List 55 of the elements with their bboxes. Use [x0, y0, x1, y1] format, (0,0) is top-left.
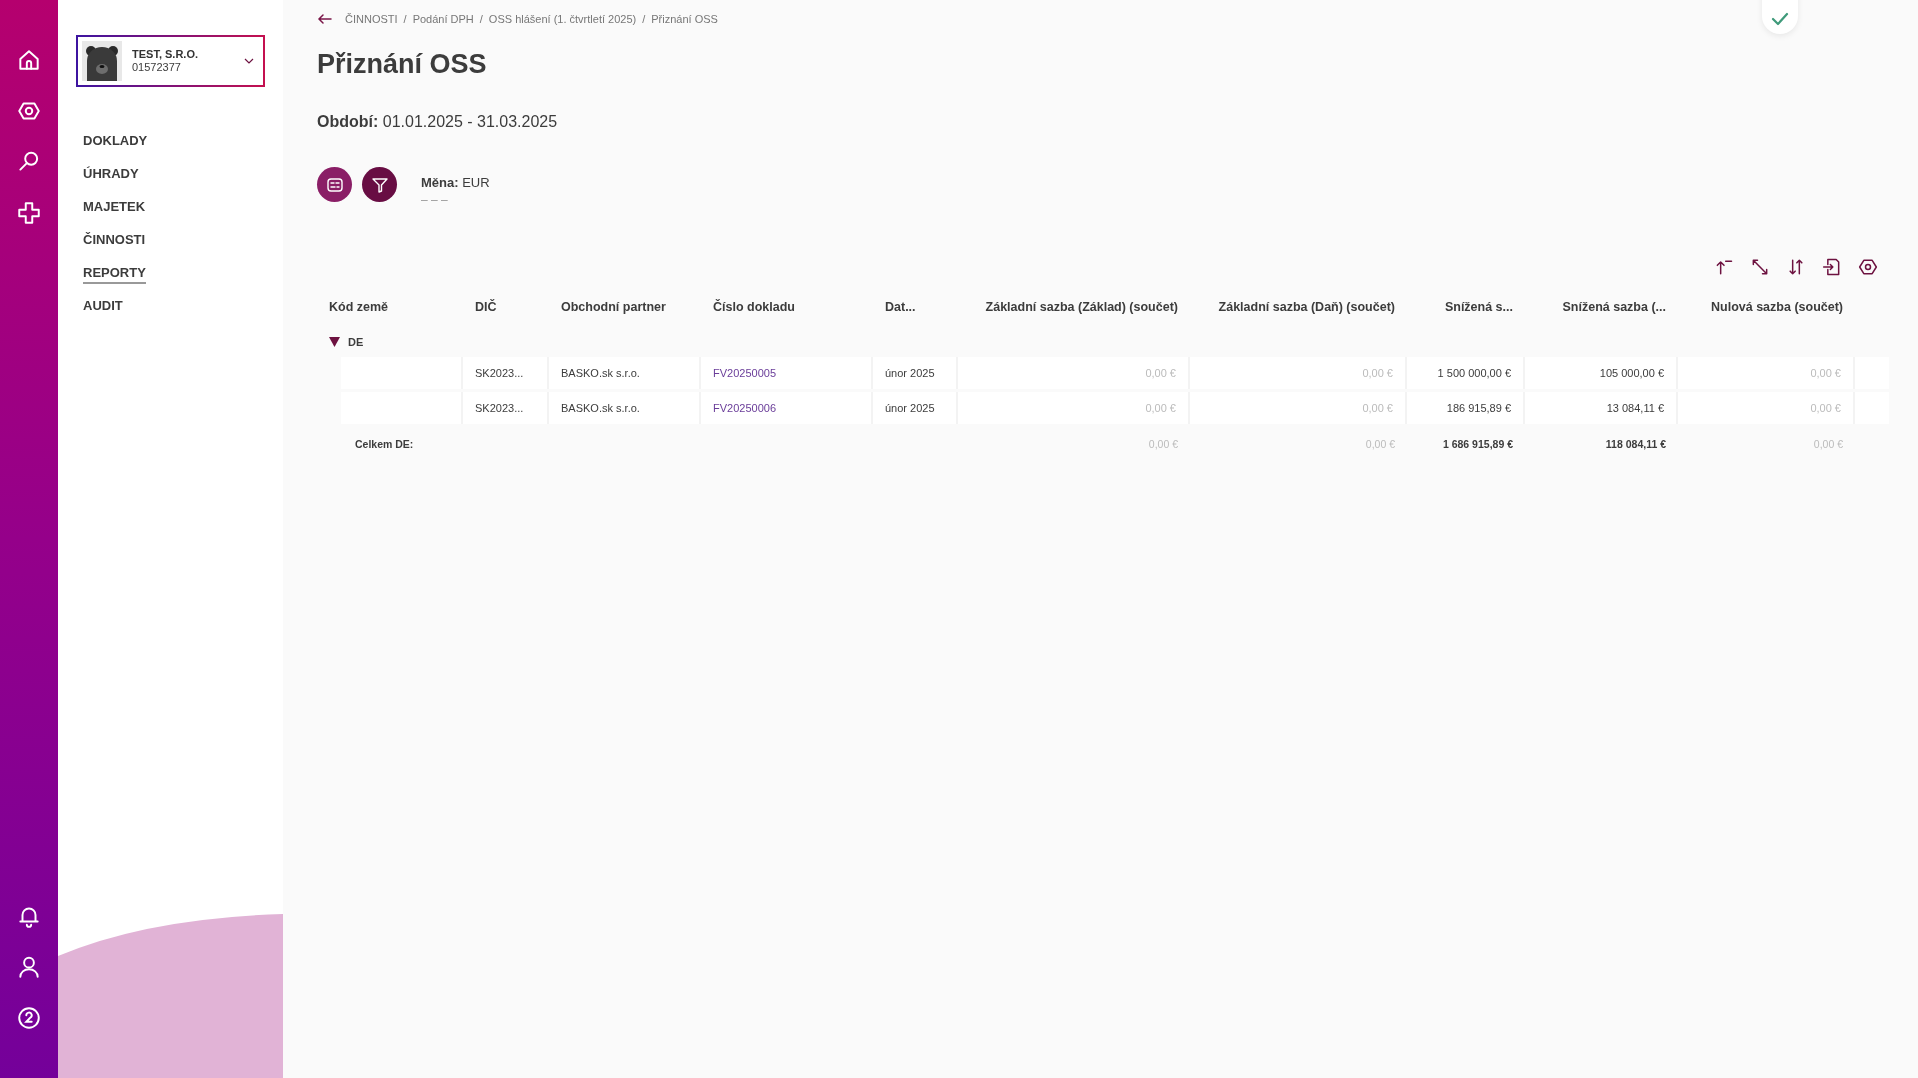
amount-cell: 105 000,00 € [1525, 357, 1678, 389]
table-cell: BASKO.sk s.r.o. [549, 392, 701, 424]
document-link[interactable]: FV20250005 [713, 367, 776, 379]
breadcrumb-separator: / [403, 13, 407, 25]
total-amount: 0,00 € [1147, 437, 1179, 452]
breadcrumb-link[interactable]: ČINNOSTI [345, 13, 398, 25]
column-header[interactable]: DIČ [463, 287, 549, 327]
amount-cell: 0,00 € [1678, 357, 1855, 389]
amount-cell: 0,00 € [1678, 392, 1855, 424]
total-label: Celkem DE: [354, 437, 415, 452]
breadcrumb-link[interactable]: Přiznání OSS [651, 13, 718, 25]
nav-item[interactable]: MAJETEK [83, 197, 146, 218]
nav-item[interactable]: AUDIT [83, 296, 123, 317]
amount-cell: 0,00 € [958, 392, 1190, 424]
nav-item[interactable]: REPORTY [83, 263, 146, 284]
company-selector[interactable]: TEST, S.R.O. 01572377 [76, 35, 265, 87]
period-text: Období: 01.01.2025 - 31.03.2025 [317, 112, 559, 132]
amount-cell: 1 500 000,00 € [1407, 357, 1525, 389]
nav-item[interactable]: DOKLADY [83, 131, 148, 152]
column-header[interactable]: Základní sazba (Základ) (součet) [958, 287, 1190, 327]
table-cell: únor 2025 [873, 357, 958, 389]
column-header[interactable]: Základní sazba (Daň) (součet) [1190, 287, 1407, 327]
column-header[interactable]: Kód země [317, 287, 463, 327]
company-name: TEST, S.R.O. [132, 48, 199, 61]
table-cell: únor 2025 [873, 392, 958, 424]
total-amount: 118 084,11 € [1604, 437, 1667, 452]
currency-hint: – – – [421, 193, 449, 207]
breadcrumb-separator: / [479, 13, 483, 25]
table-cell: BASKO.sk s.r.o. [549, 357, 701, 389]
total-amount: 1 686 915,89 € [1441, 437, 1514, 452]
table-cell: SK2023... [463, 357, 549, 389]
group-label: DE [348, 336, 364, 348]
amount-cell: 0,00 € [1190, 357, 1407, 389]
breadcrumb-link[interactable]: OSS hlášení (1. čtvrtletí 2025) [488, 13, 637, 25]
company-id: 01572377 [132, 61, 182, 74]
column-header[interactable]: Nulová sazba (součet) [1678, 287, 1855, 327]
column-header[interactable]: Snížená s... [1407, 287, 1525, 327]
breadcrumb-separator: / [642, 13, 646, 25]
amount-cell: 0,00 € [958, 357, 1190, 389]
breadcrumb-link[interactable]: Podání DPH [412, 13, 474, 25]
table-cell: SK2023... [463, 392, 549, 424]
column-header[interactable]: Snížená sazba (... [1525, 287, 1678, 327]
amount-cell: 13 084,11 € [1525, 392, 1678, 424]
total-amount: 0,00 € [1364, 437, 1396, 452]
total-amount: 0,00 € [1812, 437, 1844, 452]
amount-cell: 0,00 € [1190, 392, 1407, 424]
page-title: Přiznání OSS [317, 48, 488, 81]
nav-item[interactable]: ČINNOSTI [83, 230, 146, 251]
document-link[interactable]: FV20250006 [713, 402, 776, 414]
column-header[interactable]: Dat... [873, 287, 958, 327]
amount-cell: 186 915,89 € [1407, 392, 1525, 424]
nav-item[interactable]: ÚHRADY [83, 164, 139, 185]
currency-text: Měna: EUR [421, 175, 490, 190]
column-header[interactable]: Číslo dokladu [701, 287, 873, 327]
column-header[interactable]: Obchodní partner [549, 287, 701, 327]
